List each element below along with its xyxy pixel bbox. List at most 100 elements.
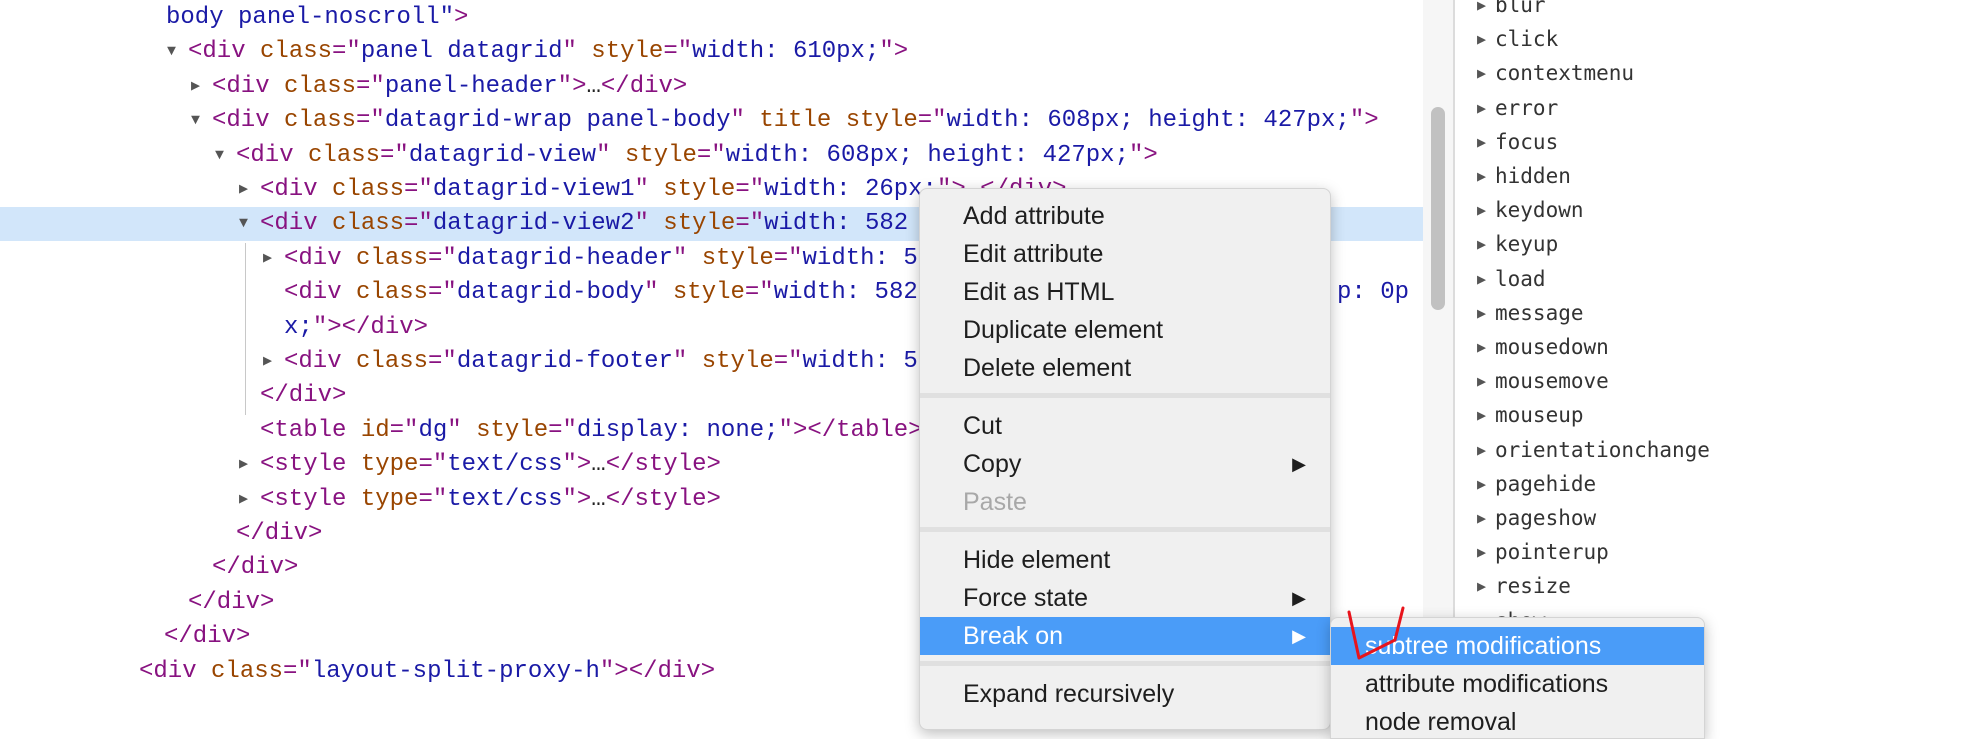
event-name: resize [1495,574,1571,599]
submenu-item-subtree-modifications[interactable]: subtree modifications [1331,627,1704,665]
dom-node-line[interactable]: ▼ <div class="datagrid-view" style="width… [0,139,1423,173]
expand-triangle-right-icon[interactable]: ▶ [239,483,248,517]
submenu-item-node-removal[interactable]: node removal [1331,703,1704,738]
menu-item-copy[interactable]: Copy ▶ [920,445,1330,483]
event-name: hidden [1495,164,1571,188]
menu-item-label: Delete element [963,354,1132,382]
expand-triangle-down-icon[interactable]: ▼ [239,207,248,241]
event-listener-item[interactable]: ▶ mousedown [1455,330,1972,364]
tag-token: </div> [188,588,275,616]
event-listener-item[interactable]: ▶ pointerup [1455,535,1972,569]
menu-item-edit-attribute[interactable]: Edit attribute [920,235,1330,273]
menu-item-break-on[interactable]: Break on ▶ [920,617,1330,655]
event-name: click [1495,27,1559,52]
attribute-name: style [663,210,736,238]
event-listener-item[interactable]: ▶ keydown [1455,193,1972,227]
tag-token: "> [1128,141,1158,169]
scrollbar-thumb[interactable] [1431,107,1445,310]
event-listener-item[interactable]: ▶ pagehide [1455,467,1972,501]
expand-triangle-right-icon[interactable]: ▶ [1477,296,1486,330]
event-listener-item[interactable]: ▶ contextmenu [1455,56,1972,90]
tag-token: </div> [164,623,251,651]
tag-token: =" [735,176,765,203]
menu-item-cut[interactable]: Cut [920,407,1330,445]
event-listener-item[interactable]: ▶ pageshow [1455,501,1972,535]
expand-triangle-right-icon[interactable]: ▶ [1477,467,1486,501]
event-listener-item[interactable]: ▶ blur [1455,0,1972,22]
menu-item-duplicate-element[interactable]: Duplicate element [920,311,1330,349]
expand-triangle-right-icon[interactable]: ▶ [1477,159,1486,193]
event-listener-item[interactable]: ▶ orientationchange [1455,433,1972,467]
tag-token: <style [260,485,361,513]
attribute-name: class [332,176,405,203]
menu-item-force-state[interactable]: Force state ▶ [920,579,1330,617]
menu-item-edit-as-html[interactable]: Edit as HTML [920,273,1330,311]
event-listener-item[interactable]: ▶ error [1455,91,1972,125]
dom-node-line[interactable]: body panel-noscroll"> [0,1,1423,35]
expand-triangle-right-icon[interactable]: ▶ [263,345,272,379]
event-name: contextmenu [1495,61,1635,86]
tag-token: =" [744,279,774,307]
expand-triangle-right-icon[interactable]: ▶ [1477,433,1486,467]
submenu-item-attribute-modifications[interactable]: attribute modifications [1331,665,1704,703]
expand-triangle-right-icon[interactable]: ▶ [1477,501,1486,535]
dom-node-line[interactable]: ▼ <div class="panel datagrid" style="widt… [0,35,1423,69]
dom-node-markup: body panel-noscroll"> [166,1,468,35]
menu-item-paste[interactable]: Paste [920,483,1330,521]
expand-triangle-right-icon[interactable]: ▶ [1477,56,1486,90]
expand-triangle-right-icon[interactable]: ▶ [239,173,248,207]
expand-triangle-right-icon[interactable]: ▶ [1477,193,1486,227]
expand-triangle-down-icon[interactable]: ▼ [215,139,224,173]
expand-triangle-right-icon[interactable]: ▶ [1477,22,1486,56]
expand-triangle-right-icon[interactable]: ▶ [263,242,272,276]
expand-triangle-right-icon[interactable]: ▶ [1477,569,1486,603]
event-listener-item[interactable]: ▶ keyup [1455,227,1972,261]
dom-tree-scrollbar[interactable] [1423,0,1455,716]
expand-triangle-right-icon[interactable]: ▶ [1477,398,1486,432]
attribute-name: style [701,244,774,272]
ellipsis: … [591,451,606,479]
event-listener-item[interactable]: ▶ resize [1455,569,1972,603]
attribute-name: class [308,141,381,169]
dom-node-markup: </div> [188,586,274,620]
tag-token: " [634,210,664,238]
menu-item-expand-recursively[interactable]: Expand recursively [920,675,1330,713]
break-on-submenu: subtree modifications attribute modificat… [1330,617,1705,739]
dom-node-line[interactable]: ▼ <div class="datagrid-wrap panel-body" t… [0,104,1423,138]
expand-triangle-right-icon[interactable]: ▶ [1477,535,1486,569]
menu-item-hide-element[interactable]: Hide element [920,541,1330,579]
attribute-value: datagrid-wrap panel-body [384,107,731,135]
dom-node-markup: x;"></div> [284,311,428,345]
expand-triangle-right-icon[interactable]: ▶ [1477,330,1486,364]
event-listener-item[interactable]: ▶ mouseup [1455,398,1972,432]
menu-item-add-attribute[interactable]: Add attribute [920,197,1330,235]
event-listener-item[interactable]: ▶ click [1455,22,1972,56]
expand-triangle-down-icon[interactable]: ▼ [167,35,176,69]
expand-triangle-right-icon[interactable]: ▶ [1477,0,1486,22]
attribute-value: panel-header [384,72,558,100]
expand-triangle-right-icon[interactable]: ▶ [239,448,248,482]
expand-triangle-right-icon[interactable]: ▶ [1477,227,1486,261]
expand-triangle-down-icon[interactable]: ▼ [191,104,200,138]
submenu-arrow-icon: ▶ [1292,588,1306,608]
tag-token: " [634,176,664,203]
tag-token: <style [260,451,361,479]
expand-triangle-right-icon[interactable]: ▶ [1477,125,1486,159]
attribute-name: style [663,176,736,203]
event-listener-item[interactable]: ▶ focus [1455,125,1972,159]
tag-token: " [730,107,760,135]
tag-token: "></div> [599,657,716,685]
expand-triangle-right-icon[interactable]: ▶ [191,70,200,104]
menu-item-delete-element[interactable]: Delete element [920,349,1330,387]
expand-triangle-right-icon[interactable]: ▶ [1477,262,1486,296]
event-listener-item[interactable]: ▶ load [1455,262,1972,296]
dom-node-line[interactable]: ▶ <div class="panel-header">…</div> [0,70,1423,104]
expand-triangle-right-icon[interactable]: ▶ [1477,364,1486,398]
tag-token: =" [283,657,312,685]
event-listener-item[interactable]: ▶ mousemove [1455,364,1972,398]
event-listener-item[interactable]: ▶ hidden [1455,159,1972,193]
event-listener-item[interactable]: ▶ message [1455,296,1972,330]
expand-triangle-right-icon[interactable]: ▶ [1477,91,1486,125]
attribute-value: width: 608px; height: 427px; [946,107,1350,135]
tag-token: =" [380,141,409,169]
